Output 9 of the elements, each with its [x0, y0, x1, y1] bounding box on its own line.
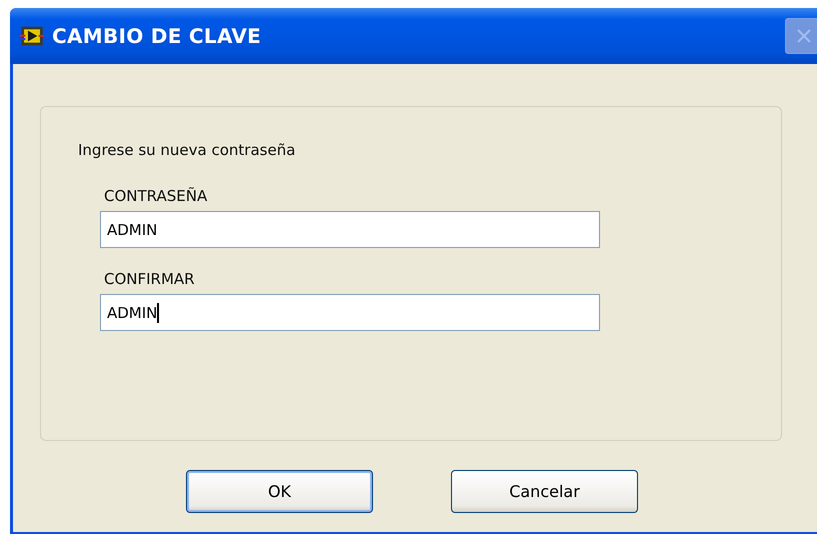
cancel-button[interactable]: Cancelar	[451, 470, 638, 513]
password-field[interactable]: ADMIN	[100, 294, 600, 331]
field-label: CONFIRMAR	[104, 270, 196, 288]
password-field[interactable]: ADMIN	[100, 211, 600, 248]
app-icon	[20, 24, 44, 48]
instruction-text: Ingrese su nueva contraseña	[78, 141, 296, 159]
window-title: CAMBIO DE CLAVE	[52, 24, 262, 48]
ok-button[interactable]: OK	[186, 470, 373, 513]
field-label: CONTRASEÑA	[104, 187, 208, 205]
